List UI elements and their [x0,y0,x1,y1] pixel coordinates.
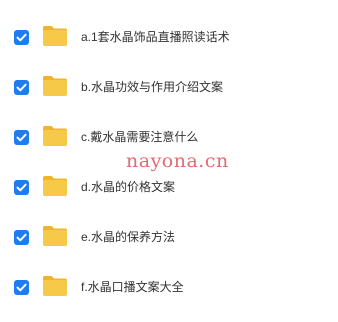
checkbox-checked-icon[interactable] [14,230,29,245]
file-list: a.1套水晶饰品直播照读话术 b.水晶功效与作用介绍文案 c.戴水晶需要注意什么… [0,0,338,322]
checkbox-checked-icon[interactable] [14,180,29,195]
file-name[interactable]: b.水晶功效与作用介绍文案 [81,79,223,95]
folder-icon[interactable] [42,125,68,147]
file-row[interactable]: e.水晶的保养方法 [0,222,338,252]
folder-icon[interactable] [42,175,68,197]
file-row[interactable]: c.戴水晶需要注意什么 [0,122,338,152]
file-name[interactable]: d.水晶的价格文案 [81,179,175,195]
folder-icon[interactable] [42,75,68,97]
file-name[interactable]: e.水晶的保养方法 [81,229,175,245]
checkbox-checked-icon[interactable] [14,80,29,95]
file-row[interactable]: f.水晶口播文案大全 [0,272,338,302]
checkbox-checked-icon[interactable] [14,130,29,145]
file-row[interactable]: a.1套水晶饰品直播照读话术 [0,22,338,52]
folder-icon[interactable] [42,275,68,297]
checkbox-checked-icon[interactable] [14,280,29,295]
file-row[interactable]: d.水晶的价格文案 [0,172,338,202]
file-row[interactable]: b.水晶功效与作用介绍文案 [0,72,338,102]
file-name[interactable]: a.1套水晶饰品直播照读话术 [81,29,230,45]
file-name[interactable]: c.戴水晶需要注意什么 [81,129,198,145]
folder-icon[interactable] [42,25,68,47]
folder-icon[interactable] [42,225,68,247]
checkbox-checked-icon[interactable] [14,30,29,45]
file-name[interactable]: f.水晶口播文案大全 [81,279,184,295]
